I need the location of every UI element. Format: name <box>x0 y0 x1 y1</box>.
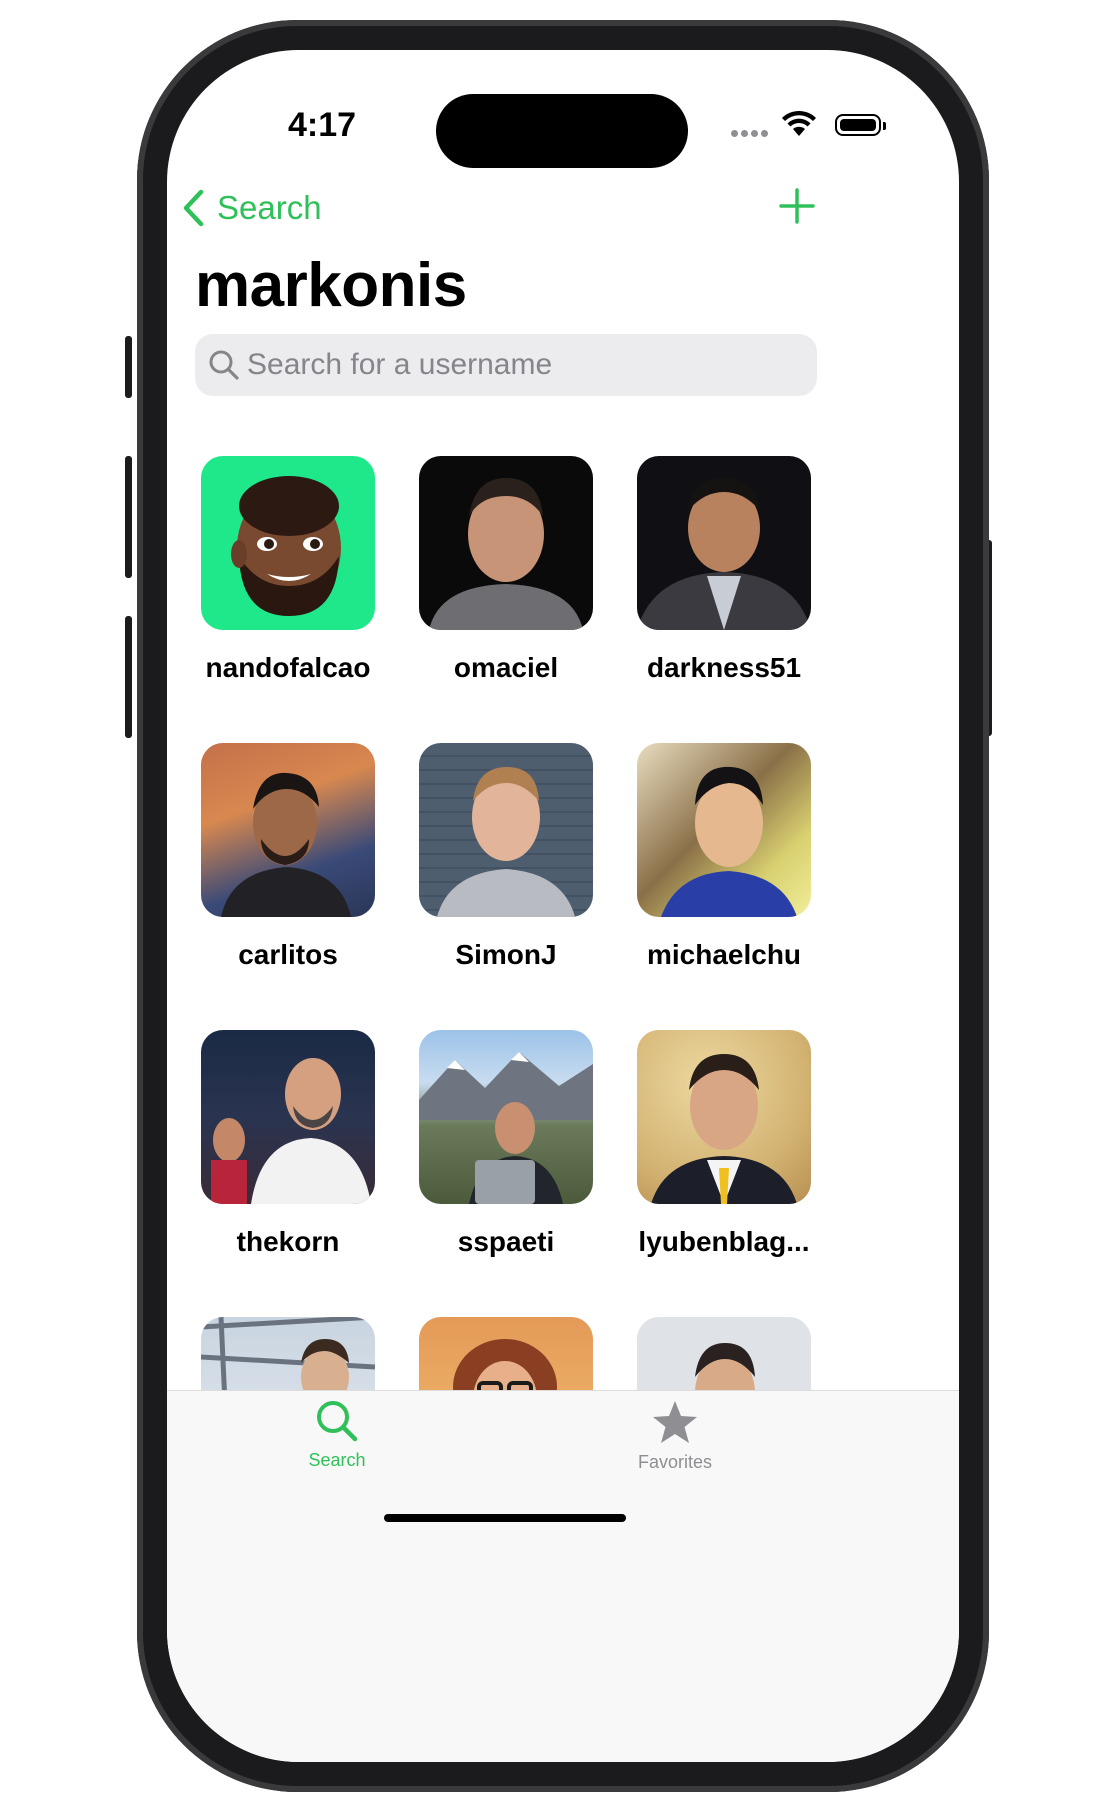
username-label: sspaeti <box>457 1226 555 1257</box>
username-label: lyubenblag... <box>638 1226 810 1257</box>
avatar <box>201 1317 375 1390</box>
avatar <box>419 1317 593 1390</box>
user-card[interactable]: SimonJ <box>391 743 621 971</box>
volume-down-button <box>125 616 132 738</box>
search-icon <box>317 1401 358 1442</box>
tab-bar: Search Favorites <box>167 1390 959 1762</box>
memoji-avatar-image <box>231 476 341 616</box>
tab-favorites[interactable]: Favorites <box>595 1399 755 1473</box>
username-label: thekorn <box>236 1226 340 1257</box>
profile-photo <box>453 1339 557 1390</box>
user-card[interactable]: darkness51 <box>609 456 839 684</box>
star-icon <box>653 1401 697 1443</box>
username-label: SimonJ <box>455 939 557 970</box>
avatar <box>201 743 375 917</box>
avatar <box>419 456 593 630</box>
username-label: omaciel <box>453 652 559 683</box>
user-card[interactable] <box>391 1317 621 1390</box>
app-screen: 4:17 Search markonis Search for a userna… <box>167 50 959 1762</box>
profile-photo <box>221 772 351 917</box>
user-grid: nandofalcao omaciel darkness51 carlitos … <box>167 50 959 1390</box>
volume-up-button <box>125 456 132 578</box>
avatar <box>637 743 811 917</box>
action-button <box>125 336 132 398</box>
profile-photo <box>211 1058 371 1204</box>
tab-search-label: Search <box>308 1450 366 1470</box>
profile-photo <box>637 478 811 630</box>
home-indicator <box>384 1514 626 1522</box>
user-card[interactable]: thekorn <box>173 1030 403 1258</box>
profile-photo <box>201 1317 375 1390</box>
profile-photo <box>419 1052 593 1204</box>
username-label: carlitos <box>238 939 338 970</box>
username-label: michaelchu <box>646 939 802 970</box>
avatar <box>419 1030 593 1204</box>
profile-photo <box>437 767 575 917</box>
avatar <box>201 456 375 630</box>
profile-photo <box>651 1054 797 1204</box>
user-card[interactable]: nandofalcao <box>173 456 403 684</box>
avatar <box>637 1030 811 1204</box>
tab-search[interactable]: Search <box>257 1399 417 1471</box>
user-card[interactable]: carlitos <box>173 743 403 971</box>
user-card[interactable]: omaciel <box>391 456 621 684</box>
avatar <box>419 743 593 917</box>
username-label: nandofalcao <box>205 652 371 683</box>
username-label: darkness51 <box>646 652 802 683</box>
user-card[interactable]: sspaeti <box>391 1030 621 1258</box>
profile-photo <box>429 478 583 630</box>
profile-photo <box>661 766 797 917</box>
user-card[interactable]: michaelchu <box>609 743 839 971</box>
avatar <box>637 456 811 630</box>
user-card[interactable] <box>609 1317 839 1390</box>
phone-frame: 4:17 Search markonis Search for a userna… <box>137 20 989 1792</box>
avatar <box>637 1317 811 1390</box>
user-card[interactable] <box>173 1317 403 1390</box>
tab-favorites-label: Favorites <box>637 1452 713 1472</box>
avatar <box>201 1030 375 1204</box>
profile-photo <box>695 1343 755 1390</box>
user-card[interactable]: lyubenblag... <box>609 1030 839 1258</box>
